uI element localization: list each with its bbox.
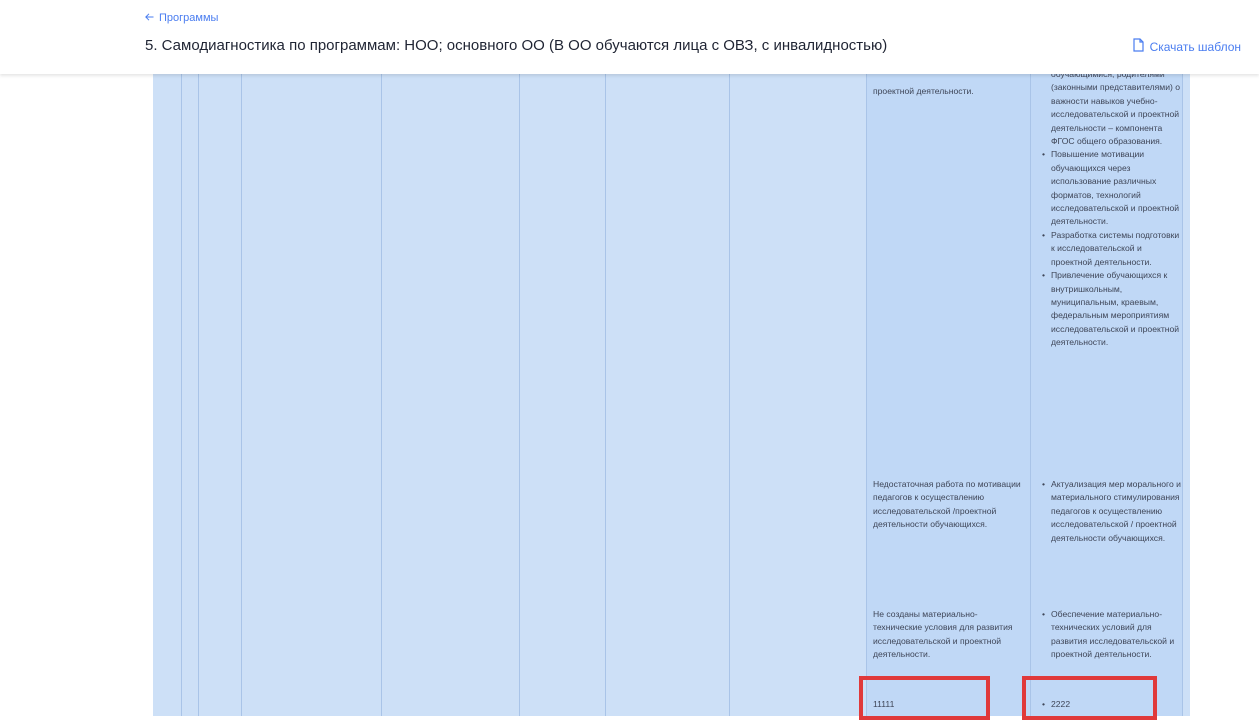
column-divider	[198, 74, 199, 716]
arrow-left-icon	[145, 12, 154, 24]
highlight-box	[859, 676, 990, 720]
page-header: Программы 5. Самодиагностика по программ…	[0, 0, 1259, 74]
download-template-label[interactable]: Скачать шаблон	[1150, 40, 1241, 54]
back-link-label[interactable]: Программы	[159, 12, 218, 24]
download-template-button[interactable]: Скачать шаблон	[1132, 38, 1241, 55]
action-item: Повышение мотивации обучающихся через ис…	[1042, 148, 1185, 228]
column-divider	[519, 74, 520, 716]
actions-list: обучающимися, родителями (законными пред…	[1039, 74, 1185, 350]
page-title: 5. Самодиагностика по программам: НОО; о…	[145, 37, 888, 54]
action-item: Обеспечение материально-технических усло…	[1042, 608, 1185, 662]
column-divider	[605, 74, 606, 716]
action-item: Привлечение обучающихся к внутришкольным…	[1042, 269, 1185, 349]
actions-list: Обеспечение материально-технических усло…	[1039, 608, 1185, 662]
column-divider	[241, 74, 242, 716]
column-divider	[729, 74, 730, 716]
column-divider	[1030, 74, 1031, 716]
self-diagnostics-table: проектной деятельности. обучающимися, ро…	[153, 74, 1190, 716]
action-item: Разработка системы подготовки к исследов…	[1042, 229, 1185, 269]
problem-cell: Недостаточная работа по мотивации педаго…	[873, 479, 1021, 530]
action-item: Актуализация мер морального и материальн…	[1042, 478, 1185, 545]
column-divider	[866, 74, 867, 716]
problem-cell: проектной деятельности.	[873, 86, 974, 96]
problem-cell: Не созданы материально-технические услов…	[873, 609, 1013, 660]
column-divider	[181, 74, 182, 716]
highlight-box	[1022, 676, 1157, 720]
column-divider	[381, 74, 382, 716]
back-link[interactable]: Программы	[145, 12, 218, 24]
actions-list: Актуализация мер морального и материальн…	[1039, 478, 1185, 545]
document-icon	[1132, 38, 1144, 55]
action-item: обучающимися, родителями (законными пред…	[1051, 74, 1181, 147]
